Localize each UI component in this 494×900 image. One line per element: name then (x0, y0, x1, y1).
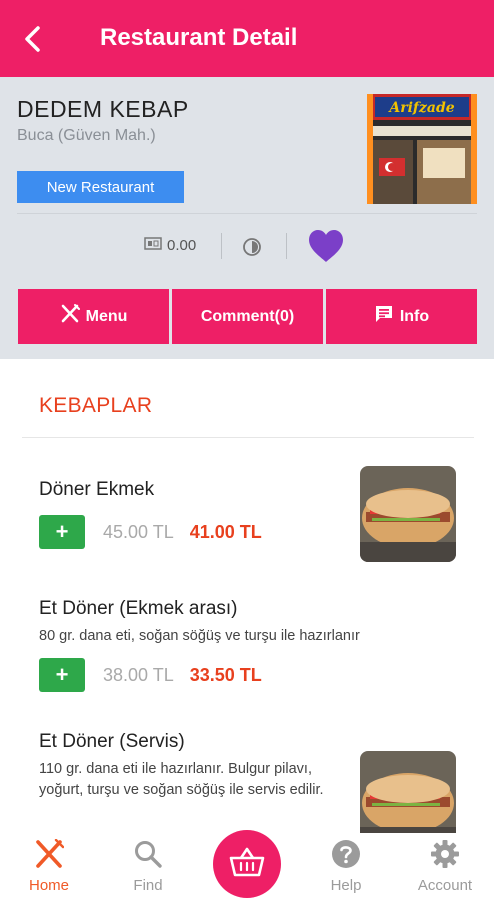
nav-account[interactable]: Account (405, 839, 485, 894)
nav-find-label: Find (133, 877, 163, 894)
page-title: Restaurant Detail (100, 24, 298, 51)
list-item: Et Döner (Servis) 110 gr. dana eti ile h… (39, 731, 339, 801)
item-new-price: 41.00 TL (189, 521, 262, 542)
delivery-time-icon (242, 237, 262, 262)
nav-help[interactable]: Help (306, 839, 386, 894)
tab-comment[interactable]: Comment(0) (172, 289, 323, 344)
search-icon (133, 839, 163, 873)
tab-comment-label: Comment(0) (200, 307, 295, 325)
basket-icon (229, 846, 265, 883)
cart-button[interactable] (213, 830, 281, 898)
restaurant-photo: Arifzade (367, 94, 477, 204)
item-name: Et Döner (Ekmek arası) (39, 598, 238, 619)
photo-sign: Arifzade (387, 100, 454, 116)
restaurant-name: DEDEM KEBAP (17, 96, 189, 122)
stat-separator (286, 233, 287, 259)
item-old-price: 45.00 TL (103, 521, 174, 542)
restaurant-stats: 0.00 (0, 227, 494, 267)
fork-knife-icon (34, 838, 65, 873)
menu-list: KEBAPLAR Döner Ekmek + 45.00 TL 41.00 TL… (0, 359, 494, 833)
info-message-icon (374, 304, 394, 329)
restaurant-header: DEDEM KEBAP Buca (Güven Mah.) New Restau… (0, 77, 494, 359)
item-name: Et Döner (Servis) (39, 731, 185, 752)
app-bar: Restaurant Detail (0, 0, 494, 77)
item-description: 80 gr. dana eti, soğan söğüş ve turşu il… (39, 628, 360, 644)
back-arrow-icon[interactable] (18, 24, 48, 54)
list-item: Et Döner (Ekmek arası) 80 gr. dana eti, … (39, 598, 459, 647)
favorite-heart-icon[interactable] (307, 229, 345, 268)
add-to-cart-button[interactable]: + (39, 515, 85, 549)
nav-find[interactable]: Find (108, 839, 188, 894)
tab-info[interactable]: Info (326, 289, 477, 344)
add-to-cart-button[interactable]: + (39, 658, 85, 692)
item-image[interactable] (360, 751, 456, 833)
nav-account-label: Account (417, 877, 473, 894)
tab-menu-label: Menu (85, 307, 128, 325)
category-title: KEBAPLAR (39, 394, 153, 417)
item-price-row: + 38.00 TL 33.50 TL (39, 658, 262, 692)
stat-separator (221, 233, 222, 259)
nav-help-label: Help (330, 877, 362, 894)
money-icon (144, 237, 162, 254)
item-old-price: 38.00 TL (103, 664, 174, 685)
item-new-price: 33.50 TL (189, 664, 262, 685)
nav-home[interactable]: Home (9, 838, 89, 894)
gear-icon (430, 839, 460, 873)
nav-home-label: Home (28, 877, 69, 894)
tab-menu[interactable]: Menu (18, 289, 169, 344)
item-price-row: + 45.00 TL 41.00 TL (39, 515, 262, 549)
restaurant-tabs: Menu Comment(0) Info (18, 289, 477, 344)
category-divider (22, 437, 474, 438)
bottom-navigation: Home Find Help Account (0, 830, 494, 900)
min-price-value: 0.00 (167, 237, 197, 254)
min-price-stat: 0.00 (144, 237, 196, 254)
restaurant-location: Buca (Güven Mah.) (17, 127, 156, 144)
fork-knife-icon (60, 304, 80, 329)
tab-info-label: Info (399, 307, 430, 325)
item-description: 110 gr. dana eti ile hazırlanır. Bulgur … (39, 761, 324, 798)
new-restaurant-badge: New Restaurant (17, 171, 184, 203)
header-divider (17, 213, 477, 214)
item-image[interactable] (360, 466, 456, 562)
help-icon (331, 839, 361, 873)
